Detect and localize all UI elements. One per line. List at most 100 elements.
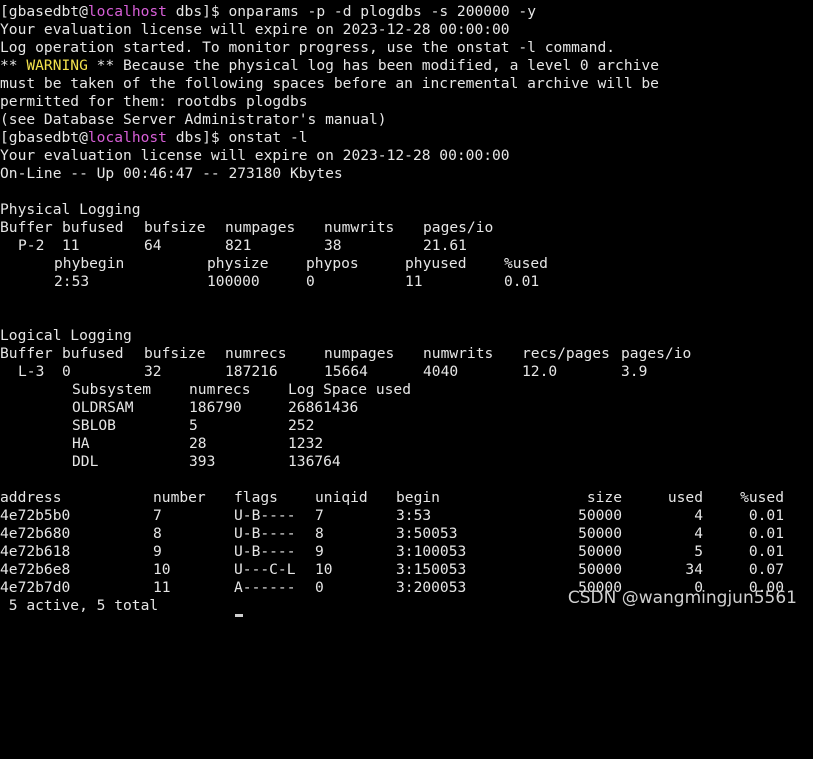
cell-value: 0 (62, 363, 71, 380)
subsystem-row: DDL 393 136764 (0, 453, 813, 471)
cell-value: 8 (153, 525, 162, 542)
cell-value: 12.0 (522, 363, 558, 380)
column-header: bufsize (144, 345, 206, 362)
cell-value: 0.07 (748, 561, 784, 578)
cell-value: 5 (694, 543, 703, 560)
subsystem-row: SBLOB 5 252 (0, 417, 813, 435)
column-header: numpages (225, 219, 296, 236)
cell-value: 50000 (578, 543, 622, 560)
table-row: 4e72b680 8 U-B---- 8 3:50053 50000 4 0.0… (0, 525, 813, 543)
prompt-open: [ (0, 129, 9, 146)
table-row: 4e72b5b0 7 U-B---- 7 3:53 50000 4 0.01 (0, 507, 813, 525)
cell-value: U-B---- (234, 507, 296, 524)
column-header: pages/io (621, 345, 692, 362)
column-header: numpages (324, 345, 395, 362)
cell-value: 11 (405, 273, 423, 290)
column-header: phypos (306, 255, 359, 272)
prompt-at: @ (79, 3, 88, 20)
cell-value: 11 (153, 579, 171, 596)
cell-value: U-B---- (234, 543, 296, 560)
cell-value: 4e72b5b0 (0, 507, 71, 524)
prompt-host: localhost (87, 129, 167, 146)
cell-value: 4 (694, 507, 703, 524)
cell-value: 64 (144, 237, 162, 254)
column-header: %used (740, 489, 784, 506)
table-row: 4e72b6e8 10 U---C-L 10 3:150053 50000 34… (0, 561, 813, 579)
cell-value: L-3 (18, 363, 45, 380)
cell-value: 9 (315, 543, 324, 560)
cell-value: A------ (234, 579, 296, 596)
column-header: %used (504, 255, 548, 272)
logical-logging-heading: Logical Logging (0, 327, 132, 344)
cell-value: 0.01 (748, 507, 784, 524)
cell-value: 11 (62, 237, 80, 254)
cell-value: 50000 (578, 507, 622, 524)
column-header: phybegin (54, 255, 125, 272)
cell-value: 2:53 (54, 273, 90, 290)
cell-value: 0.01 (504, 273, 540, 290)
cell-value: 3:100053 (396, 543, 467, 560)
cell-value: 3.9 (621, 363, 648, 380)
cell-value: 4e72b7d0 (0, 579, 71, 596)
cell-value: 50000 (578, 525, 622, 542)
physical-logging-heading: Physical Logging (0, 201, 141, 218)
cell-value: 1232 (288, 435, 324, 452)
prompt-path: dbs]$ (166, 129, 229, 146)
cell-value: 50000 (578, 561, 622, 578)
output-line: permitted for them: rootdbs plogdbs (0, 93, 308, 110)
column-header: numrecs (189, 381, 251, 398)
column-header: Log Space used (288, 381, 412, 398)
cell-value: 26861436 (288, 399, 359, 416)
command-text: onparams -p -d plogdbs -s 200000 -y (228, 3, 537, 20)
cell-value: U---C-L (234, 561, 296, 578)
output-line: (see Database Server Administrator's man… (0, 111, 387, 128)
physical-header-row-2: phybegin physize phypos phyused %used (0, 255, 813, 273)
column-header: begin (396, 489, 440, 506)
cell-value: 38 (324, 237, 342, 254)
cell-value: 4e72b6e8 (0, 561, 71, 578)
cell-value: 186790 (189, 399, 242, 416)
cell-value: DDL (72, 453, 99, 470)
cell-value: 100000 (207, 273, 260, 290)
cell-value: 4e72b680 (0, 525, 71, 542)
table-row: 4e72b618 9 U-B---- 9 3:100053 50000 5 0.… (0, 543, 813, 561)
subsystem-row: HA 28 1232 (0, 435, 813, 453)
cell-value: 10 (153, 561, 171, 578)
physical-value-row-2: 2:53 100000 0 11 0.01 (0, 273, 813, 291)
cell-value: OLDRSAM (72, 399, 134, 416)
column-header: Buffer (0, 219, 53, 236)
prompt-path: dbs]$ (166, 3, 229, 20)
column-header: pages/io (423, 219, 494, 236)
column-header: bufused (62, 219, 124, 236)
cell-value: U-B---- (234, 525, 296, 542)
terminal-output[interactable]: [gbasedbt@localhost dbs]$ onparams -p -d… (0, 3, 813, 615)
warning-rest: ** Because the physical log has been mod… (87, 57, 659, 74)
cell-value: 252 (288, 417, 315, 434)
column-header: phyused (405, 255, 467, 272)
prompt-user: gbasedbt (8, 3, 80, 20)
command-text: onstat -l (228, 129, 308, 146)
cell-value: 0 (306, 273, 315, 290)
physical-header-row: Buffer bufused bufsize numpages numwrits… (0, 219, 813, 237)
column-header: recs/pages (522, 345, 610, 362)
column-header: flags (234, 489, 278, 506)
subsystem-header-row: Subsystem numrecs Log Space used (0, 381, 813, 399)
prompt-open: [ (0, 3, 9, 20)
physical-value-row: P-2 11 64 821 38 21.61 (0, 237, 813, 255)
cell-value: 21.61 (423, 237, 467, 254)
cell-value: 3:200053 (396, 579, 467, 596)
logical-value-row: L-3 0 32 187216 15664 4040 12.0 3.9 (0, 363, 813, 381)
cell-value: 34 (685, 561, 703, 578)
warning-line: ** WARNING ** Because the physical log h… (0, 57, 813, 75)
logical-header-row: Buffer bufused bufsize numrecs numpages … (0, 345, 813, 363)
prompt-line: [gbasedbt@localhost dbs]$ onstat -l (0, 129, 813, 147)
cell-value: 10 (315, 561, 333, 578)
cell-value: 5 (189, 417, 198, 434)
column-header: Buffer (0, 345, 53, 362)
cell-value: 3:53 (396, 507, 432, 524)
cell-value: 32 (144, 363, 162, 380)
